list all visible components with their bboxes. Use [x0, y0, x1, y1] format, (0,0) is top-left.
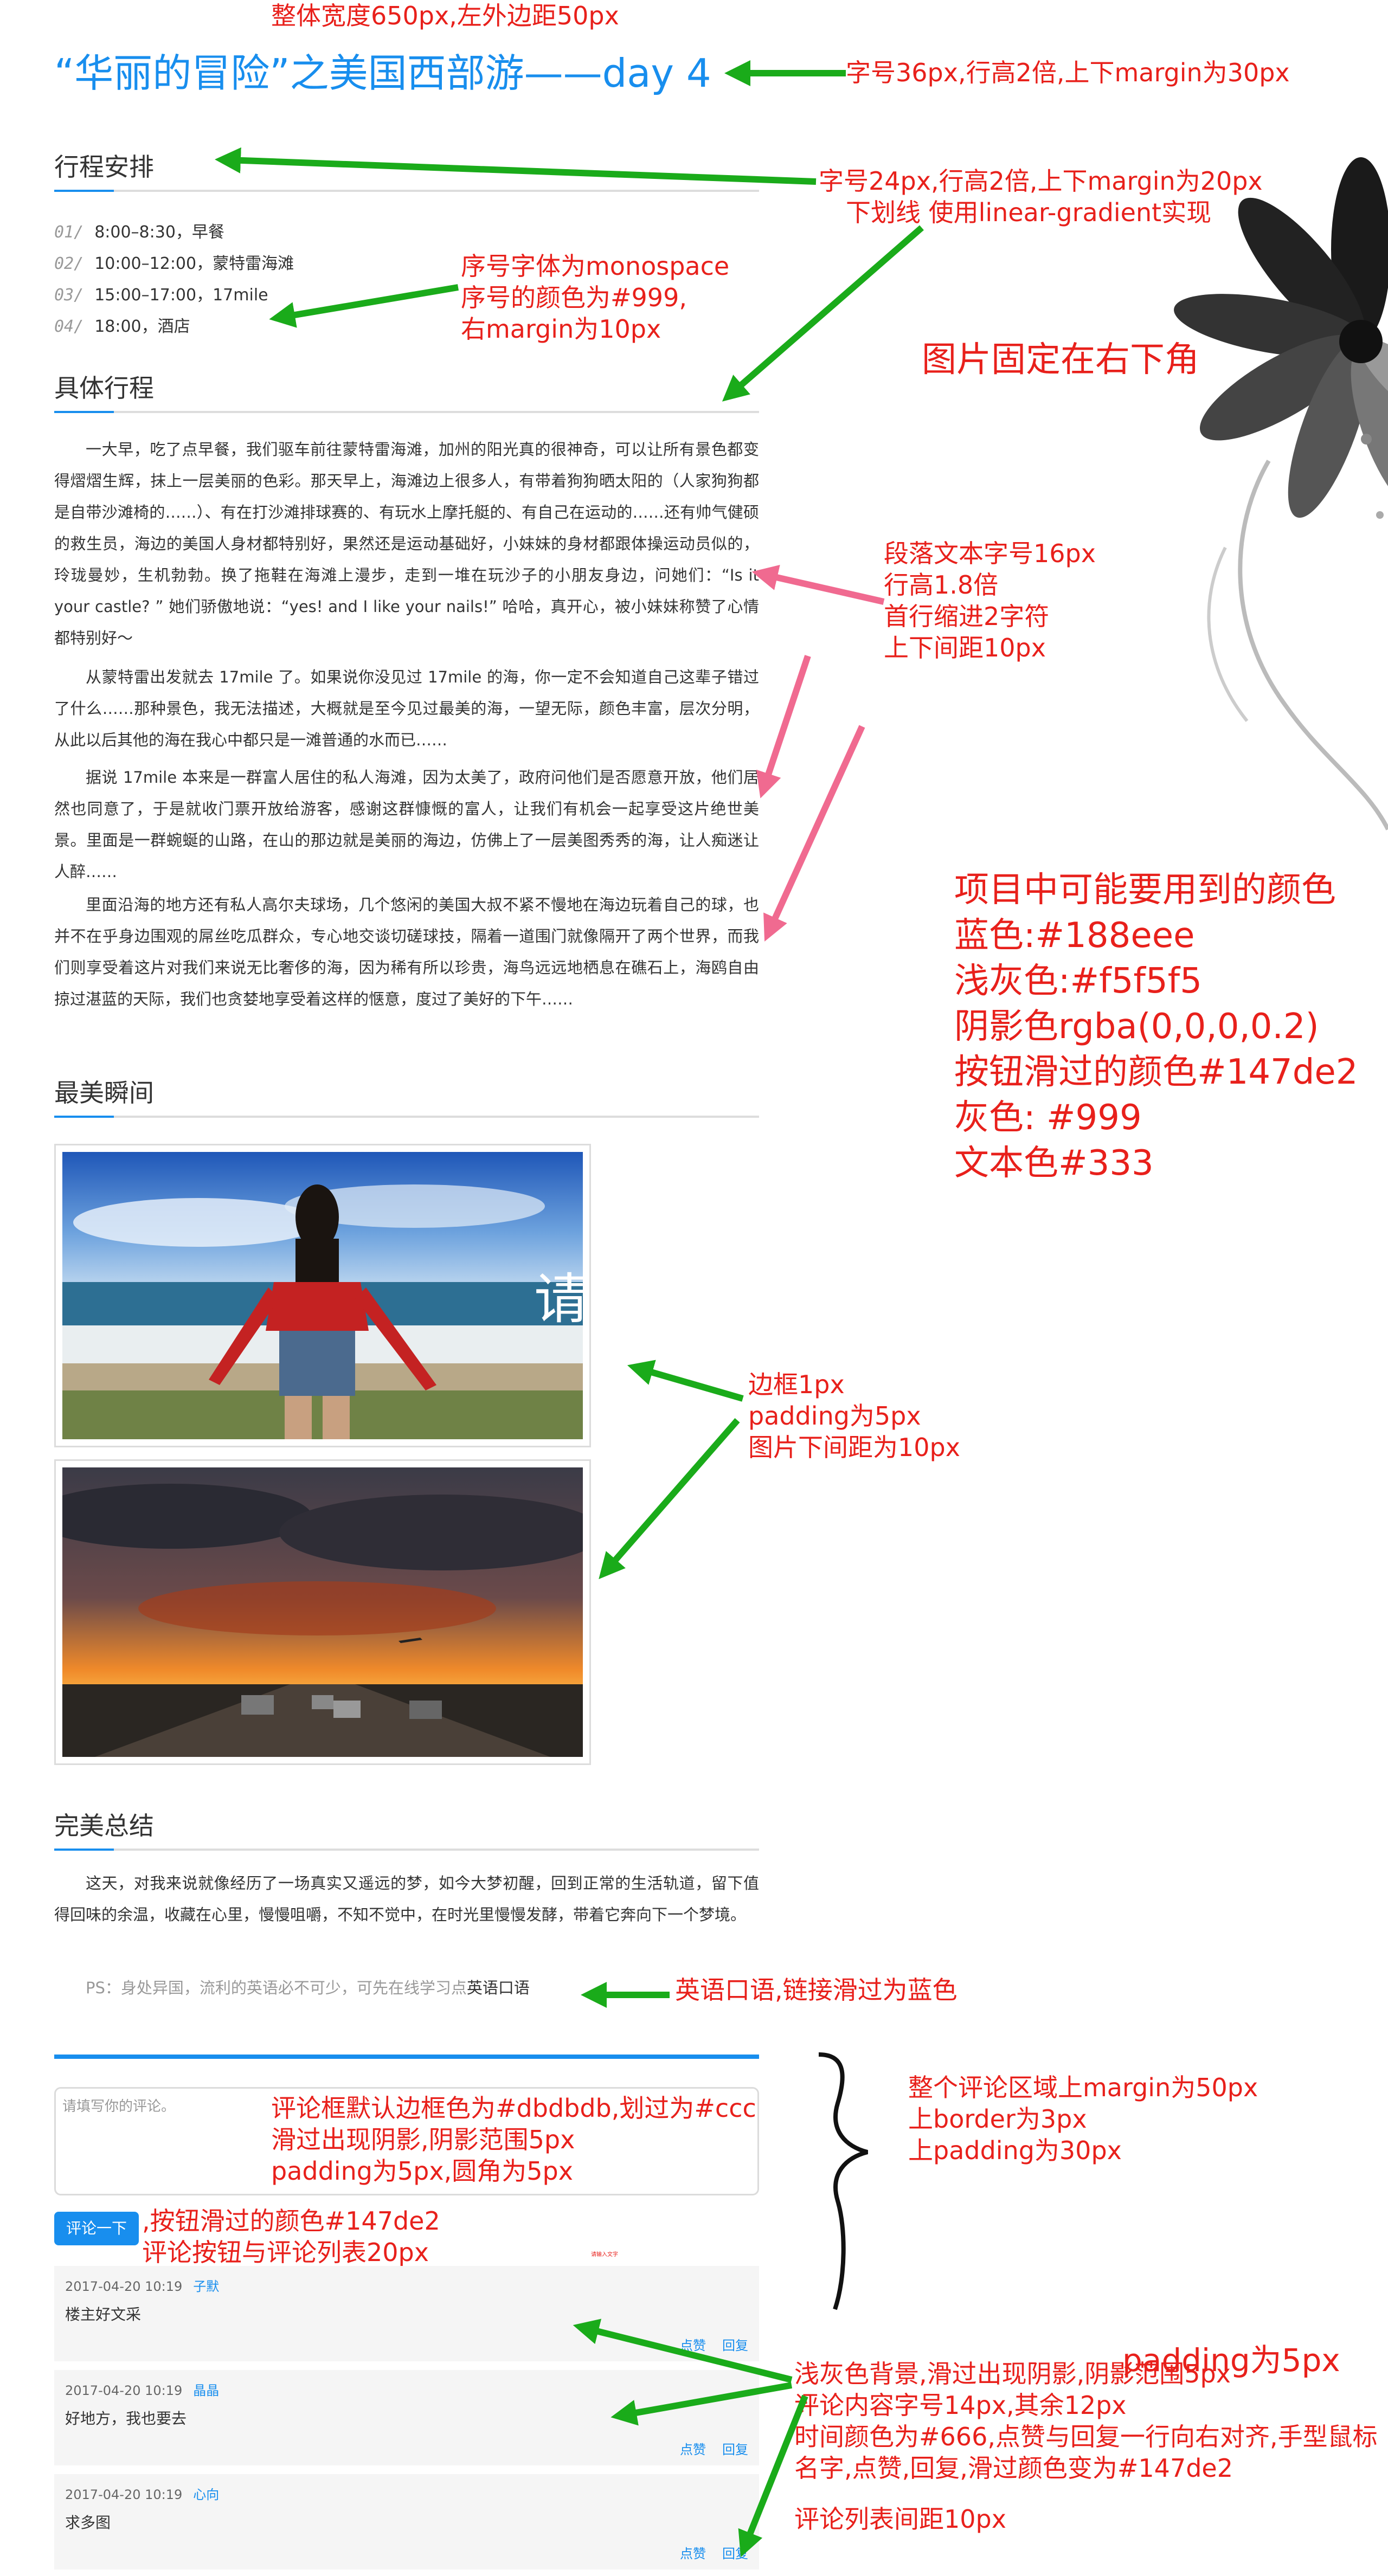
summary-paragraph: 这天，对我来说就像经历了一场真实又遥远的梦，如今大梦初醒，回到正常的生活轨道，留… — [54, 1874, 759, 1924]
comment-placeholder: 请填写你的评论。 — [62, 2098, 176, 2115]
paragraph: 从蒙特雷出发就去 17mile 了。如果说你没见过 17mile 的海，你一定不… — [54, 668, 759, 749]
comment-item: 2017-04-20 10:19 心向 求多图 点赞 回复 — [54, 2474, 759, 2569]
annotation-comment-area: 整个评论区域上margin为50px 上border为3px 上padding为… — [908, 2073, 1258, 2165]
comment-actions: 点赞 回复 — [664, 2543, 748, 2562]
reply-button[interactable]: 回复 — [722, 2442, 748, 2457]
seq-number: 04/ — [54, 317, 84, 336]
arrow-para-3 — [763, 725, 865, 942]
paragraph: 里面沿海的地方还有私人高尔夫球场，几个悠闲的美国大叔不紧不慢地在海边玩着自己的球… — [54, 896, 759, 1008]
comment-meta: 2017-04-20 10:19 心向 — [65, 2484, 219, 2503]
paragraph: 一大早，吃了点早餐，我们驱车前往蒙特雷海滩，加州的阳光真的很神奇，可以让所有景色… — [54, 440, 759, 647]
annotation-h2: 字号24px,行高2倍,上下margin为20px 下划线 使用linear-g… — [819, 166, 1263, 227]
comment-author[interactable]: 子默 — [193, 2279, 219, 2294]
schedule-text: 15:00–17:00，17mile — [94, 286, 268, 305]
comment-area-border — [54, 2055, 759, 2059]
flower-decoration — [1174, 157, 1388, 830]
comment-item: 2017-04-20 10:19 子默 楼主好文采 点赞 回复 — [54, 2266, 759, 2361]
schedule-text: 10:00–12:00，蒙特雷海滩 — [94, 254, 294, 273]
like-button[interactable]: 点赞 — [680, 2546, 706, 2561]
comment-button[interactable]: 评论一下 — [54, 2212, 139, 2245]
comment-body: 好地方，我也要去 — [65, 2410, 187, 2427]
comment-meta: 2017-04-20 10:19 晶晶 — [65, 2380, 219, 2399]
seq-number: 02/ — [54, 254, 84, 273]
comment-actions: 点赞 回复 — [664, 2335, 748, 2354]
page-title: “华丽的冒险”之美国西部游——day 4 — [54, 50, 711, 96]
annotation-colors: 项目中可能要用到的颜色 蓝色:#188eee 浅灰色:#f5f5f5 阴影色rg… — [954, 870, 1358, 1183]
curly-brace — [818, 2052, 869, 2310]
annotation-fixed-image: 图片固定在右下角 — [922, 340, 1199, 380]
annotation-title: 字号36px,行高2倍,上下margin为30px — [846, 58, 1290, 87]
list-item: 01/8:00–8:30，早餐 — [54, 217, 294, 248]
summary-heading: 完美总结 — [54, 1801, 759, 1851]
moments-heading: 最美瞬间 — [54, 1068, 759, 1118]
arrow-h2-detail — [722, 225, 924, 402]
comment-body: 楼主好文采 — [65, 2305, 142, 2323]
annotation-image: 边框1px padding为5px 图片下间距为10px — [748, 1370, 960, 1462]
annotation-button: ,按钮滑过的颜色#147de2 评论按钮与评论列表20px — [142, 2206, 440, 2267]
schedule-list: 01/8:00–8:30，早餐 02/10:00–12:00，蒙特雷海滩 03/… — [54, 217, 294, 343]
comment-time: 2017-04-20 10:19 — [65, 2279, 183, 2294]
arrow-image-2 — [599, 1418, 740, 1580]
arrow-image-1 — [627, 1360, 744, 1402]
annotation-paragraph: 段落文本字号16px 行高1.8倍 首行缩进2字符 上下间距10px — [884, 539, 1096, 662]
detail-heading: 具体行程 — [54, 363, 759, 413]
photo-frame-beach: 请 — [54, 1144, 591, 1447]
annotation-textarea: 评论框默认边框色为#dbdbdb,划过为#ccc 滑过出现阴影,阴影范围5px … — [271, 2094, 756, 2186]
comment-time: 2017-04-20 10:19 — [65, 2383, 183, 2398]
comment-item: 2017-04-20 10:19 晶晶 好地方，我也要去 点赞 回复 — [54, 2370, 759, 2465]
reply-button[interactable]: 回复 — [722, 2338, 748, 2353]
annotation-top: 整体宽度650px,左外边距50px — [271, 1, 619, 30]
like-button[interactable]: 点赞 — [680, 2338, 706, 2353]
annotation-link: 英语口语,链接滑过为蓝色 — [675, 1975, 958, 2005]
comment-author[interactable]: 晶晶 — [193, 2383, 219, 2398]
seq-number: 01/ — [54, 223, 84, 242]
list-item: 04/18:00，酒店 — [54, 311, 294, 343]
schedule-text: 8:00–8:30，早餐 — [94, 223, 224, 242]
sunset-photo — [62, 1467, 583, 1757]
comment-author[interactable]: 心向 — [193, 2487, 219, 2502]
annotation-seq: 序号字体为monospace 序号的颜色为#999, 右margin为10px — [461, 252, 730, 344]
schedule-heading: 行程安排 — [54, 142, 759, 192]
annotation-list-gap: 评论列表间距10px — [794, 2504, 1006, 2534]
arrow-seq — [269, 284, 459, 328]
schedule-text: 18:00，酒店 — [94, 317, 190, 336]
comment-time: 2017-04-20 10:19 — [65, 2487, 183, 2502]
paragraph: 据说 17mile 本来是一群富人居住的私人海滩，因为太美了，政府问他们是否愿意… — [54, 768, 759, 881]
list-item: 03/15:00–17:00，17mile — [54, 280, 294, 311]
comment-actions: 点赞 回复 — [664, 2439, 748, 2458]
beach-photo: 请 — [62, 1152, 583, 1439]
overlay-char: 请 — [534, 1267, 583, 1331]
arrow-para-1 — [751, 564, 885, 605]
comment-meta: 2017-04-20 10:19 子默 — [65, 2276, 219, 2295]
comment-body: 求多图 — [65, 2514, 111, 2532]
list-item: 02/10:00–12:00，蒙特雷海滩 — [54, 248, 294, 280]
ps-paragraph: PS：身处异国，流利的英语必不可少，可先在线学习点英语口语 — [54, 1972, 759, 2004]
photo-frame-sunset — [54, 1459, 591, 1765]
like-button[interactable]: 点赞 — [680, 2442, 706, 2457]
ps-text: PS：身处异国，流利的英语必不可少，可先在线学习点 — [86, 1979, 467, 1997]
annotation-list-padding: padding为5px — [1122, 2342, 1340, 2379]
tiny-annotation: 请输入文字 — [591, 2252, 618, 2258]
english-link[interactable]: 英语口语 — [467, 1979, 530, 1997]
reply-button[interactable]: 回复 — [722, 2546, 748, 2561]
arrow-para-2 — [756, 655, 811, 798]
seq-number: 03/ — [54, 286, 84, 305]
